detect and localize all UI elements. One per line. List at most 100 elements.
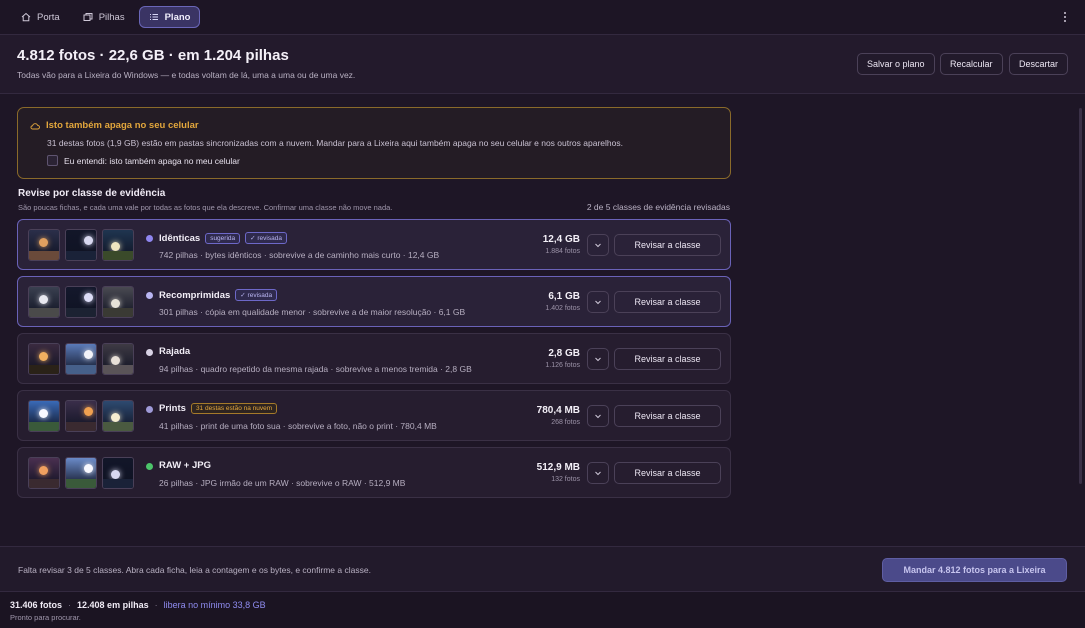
send-to-trash-button[interactable]: Mandar 4.812 fotos para a Lixeira: [882, 558, 1067, 582]
class-size: 12,4 GB: [543, 234, 580, 245]
class-description: 26 pilhas · JPG irmão de um RAW · sobrev…: [159, 478, 405, 488]
stack-icon: [83, 12, 93, 22]
photo-thumbnail[interactable]: [102, 343, 134, 375]
photo-thumbnail[interactable]: [65, 286, 97, 318]
action-hint: Falta revisar 3 de 5 classes. Abra cada …: [18, 565, 371, 575]
class-color-dot: [146, 349, 153, 356]
home-icon: [21, 12, 31, 22]
expand-button[interactable]: [587, 234, 609, 256]
class-description: 41 pilhas · print de uma foto sua · sobr…: [159, 421, 437, 431]
photo-thumbnail[interactable]: [28, 457, 60, 489]
understand-checkbox[interactable]: [47, 155, 58, 166]
photo-thumbnail[interactable]: [102, 229, 134, 261]
evidence-class-card[interactable]: Prints 31 destas estão na nuvem 41 pilhas …: [17, 390, 731, 441]
class-color-dot: [146, 463, 153, 470]
class-description: 94 pilhas · quadro repetido da mesma raj…: [159, 364, 472, 374]
status-message: Pronto para procurar.: [10, 613, 81, 622]
photo-thumbnail[interactable]: [28, 400, 60, 432]
list-icon: [149, 12, 159, 22]
photo-thumbnail[interactable]: [28, 229, 60, 261]
class-color-dot: [146, 235, 153, 242]
chevron-down-icon: [594, 241, 602, 249]
status-photos: 31.406 fotos: [10, 600, 62, 610]
chevron-down-icon: [594, 412, 602, 420]
warning-title: Isto também apaga no seu celular: [46, 120, 199, 131]
class-name: Idênticas: [159, 233, 200, 244]
class-name: Prints: [159, 403, 186, 414]
tab-porta[interactable]: Porta: [12, 6, 69, 28]
photo-thumbnail[interactable]: [65, 457, 97, 489]
class-size: 2,8 GB: [548, 348, 580, 359]
evidence-class-card[interactable]: Recomprimidas ✓ revisada 301 pilhas · cópi…: [17, 276, 731, 327]
review-count: 2 de 5 classes de evidência revisadas: [587, 202, 730, 212]
class-photo-count: 268 fotos: [551, 419, 580, 426]
class-name: Recomprimidas: [159, 290, 230, 301]
status-badge: ✓ revisada: [235, 289, 277, 301]
recalculate-button[interactable]: Recalcular: [940, 53, 1003, 75]
evidence-class-card[interactable]: Idênticassugerida✓ revisada742 pilhas · …: [17, 219, 731, 270]
photo-thumbnail[interactable]: [28, 286, 60, 318]
photo-thumbnail[interactable]: [65, 400, 97, 432]
photo-thumbnail[interactable]: [65, 343, 97, 375]
review-class-button[interactable]: Revisar a classe: [614, 234, 721, 256]
class-name: Rajada: [159, 346, 190, 357]
thumbnail-strip: [28, 229, 134, 261]
evidence-class-card[interactable]: RAW + JPG 26 pilhas · JPG irmão de um RAW…: [17, 447, 731, 498]
photo-thumbnail[interactable]: [102, 457, 134, 489]
page-subtitle: Todas vão para a Lixeira do Windows — e …: [17, 70, 355, 80]
photo-thumbnail[interactable]: [102, 286, 134, 318]
status-badge: sugerida: [205, 233, 240, 244]
chevron-down-icon: [594, 469, 602, 477]
review-class-button[interactable]: Revisar a classe: [614, 462, 721, 484]
class-size: 780,4 MB: [537, 405, 580, 416]
class-color-dot: [146, 406, 153, 413]
understand-checkbox-row[interactable]: Eu entendi: isto também apaga no meu cel…: [47, 155, 240, 166]
chevron-down-icon: [594, 355, 602, 363]
review-section-title: Revise por classe de evidência: [18, 188, 165, 199]
action-bar: Falta revisar 3 de 5 classes. Abra cada …: [0, 546, 1085, 591]
chevron-down-icon: [594, 298, 602, 306]
thumbnail-strip: [28, 286, 134, 318]
more-menu-icon[interactable]: [1061, 10, 1069, 24]
plan-header: 4.812 fotos · 22,6 GB · em 1.204 pilhas …: [0, 35, 1085, 94]
scrollbar[interactable]: [1079, 108, 1082, 484]
class-name: RAW + JPG: [159, 460, 211, 471]
warning-body: 31 destas fotos (1,9 GB) estão em pastas…: [47, 138, 623, 148]
status-stacks: 12.408 em pilhas: [77, 600, 149, 610]
expand-button[interactable]: [587, 462, 609, 484]
review-class-button[interactable]: Revisar a classe: [614, 405, 721, 427]
class-photo-count: 1.884 fotos: [545, 248, 580, 255]
class-description: 742 pilhas · bytes idênticos · sobrevive…: [159, 250, 439, 260]
photo-thumbnail[interactable]: [102, 400, 134, 432]
tab-pilhas[interactable]: Pilhas: [74, 6, 134, 28]
review-section-subtitle: São poucas fichas, e cada uma vale por t…: [18, 203, 392, 212]
thumbnail-strip: [28, 400, 134, 432]
review-class-button[interactable]: Revisar a classe: [614, 348, 721, 370]
class-photo-count: 132 fotos: [551, 476, 580, 483]
top-nav: Porta Pilhas Plano: [0, 0, 1085, 35]
cloud-warning: Isto também apaga no seu celular 31 dest…: [17, 107, 731, 179]
page-title: 4.812 fotos · 22,6 GB · em 1.204 pilhas: [17, 47, 289, 64]
main-content: Isto também apaga no seu celular 31 dest…: [0, 94, 1085, 546]
tab-pilhas-label: Pilhas: [99, 12, 125, 23]
photo-thumbnail[interactable]: [65, 229, 97, 261]
cloud-icon: [30, 121, 40, 131]
tab-porta-label: Porta: [37, 12, 60, 23]
tab-plano-label: Plano: [165, 12, 191, 23]
class-description: 301 pilhas · cópia em qualidade menor · …: [159, 307, 465, 317]
status-frees: libera no mínimo 33,8 GB: [164, 600, 266, 610]
expand-button[interactable]: [587, 405, 609, 427]
class-photo-count: 1.402 fotos: [545, 305, 580, 312]
class-size: 512,9 MB: [537, 462, 580, 473]
thumbnail-strip: [28, 343, 134, 375]
expand-button[interactable]: [587, 348, 609, 370]
save-plan-button[interactable]: Salvar o plano: [857, 53, 935, 75]
status-badge: 31 destas estão na nuvem: [191, 403, 277, 414]
tab-plano[interactable]: Plano: [139, 6, 201, 28]
evidence-class-card[interactable]: Rajada 94 pilhas · quadro repetido da mes…: [17, 333, 731, 384]
review-class-button[interactable]: Revisar a classe: [614, 291, 721, 313]
expand-button[interactable]: [587, 291, 609, 313]
class-photo-count: 1.126 fotos: [545, 362, 580, 369]
discard-button[interactable]: Descartar: [1009, 53, 1068, 75]
photo-thumbnail[interactable]: [28, 343, 60, 375]
